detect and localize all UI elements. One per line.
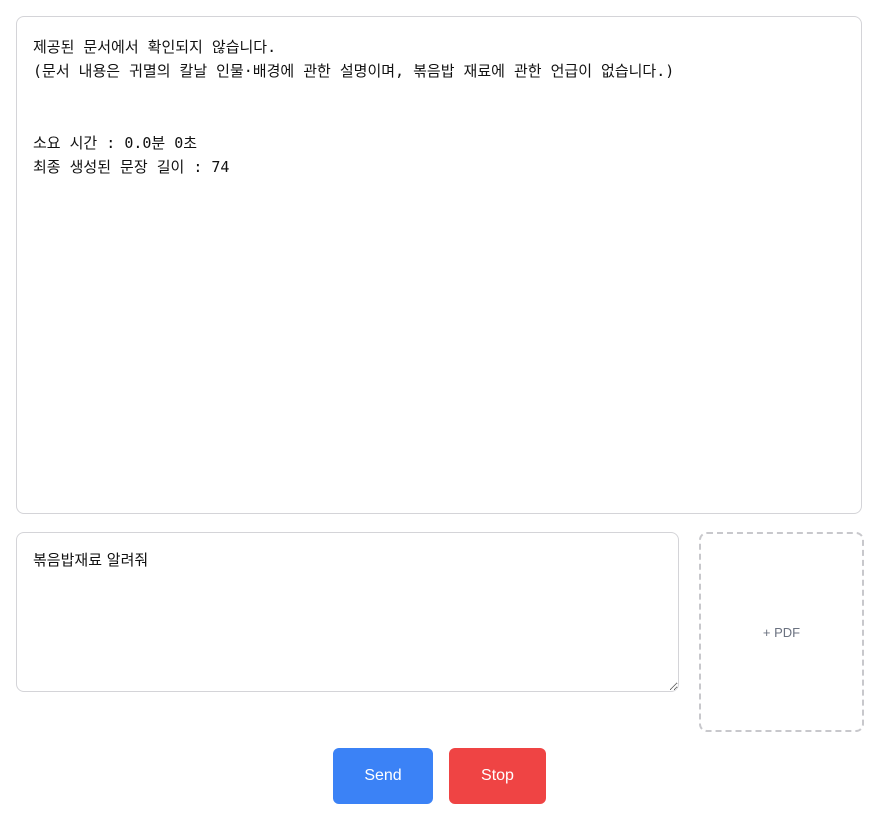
pdf-upload-dropzone[interactable]: + PDF	[699, 532, 864, 732]
response-line-2: (문서 내용은 귀멸의 칼날 인물·배경에 관한 설명이며, 볶음밥 재료에 관…	[33, 62, 675, 80]
elapsed-time-text: 소요 시간 : 0.0분 0초	[33, 134, 198, 152]
prompt-input[interactable]: 볶음밥재료 알려줘	[16, 532, 679, 692]
send-button[interactable]: Send	[333, 748, 433, 804]
response-spacer	[33, 83, 845, 131]
pdf-upload-label: + PDF	[762, 624, 801, 640]
generated-length-text: 최종 생성된 문장 길이 : 74	[33, 158, 230, 176]
response-line-1: 제공된 문서에서 확인되지 않습니다.	[33, 38, 277, 56]
stop-button[interactable]: Stop	[449, 748, 546, 804]
response-output-panel: 제공된 문서에서 확인되지 않습니다. (문서 내용은 귀멸의 칼날 인물·배경…	[16, 16, 862, 514]
